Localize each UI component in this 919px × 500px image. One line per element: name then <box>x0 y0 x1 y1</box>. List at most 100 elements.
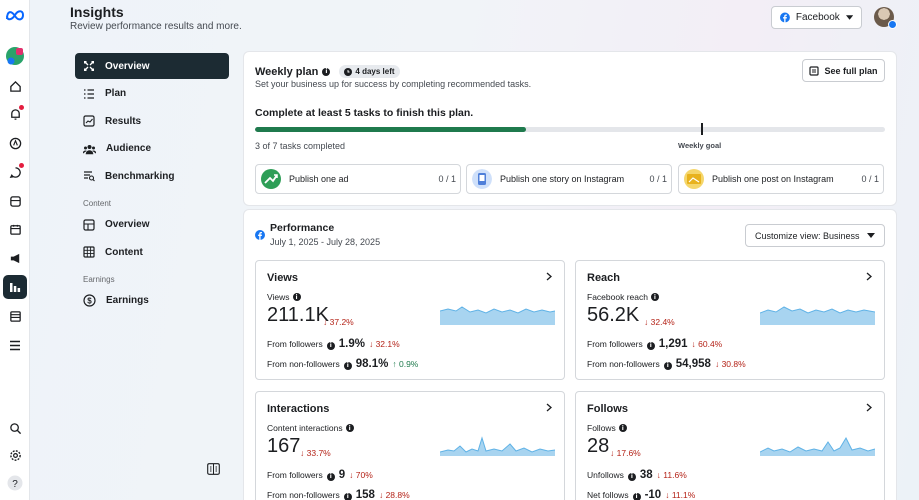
nav-item-overview[interactable]: Overview <box>75 53 229 79</box>
nav-item-earnings[interactable]: $ Earnings <box>75 288 229 314</box>
row-delta-value: 0.9% <box>398 359 419 369</box>
plan-progress-fill <box>255 127 526 132</box>
metric-label-text: Content interactions <box>267 423 343 433</box>
page-title: Insights <box>70 4 124 20</box>
metric-title: Follows <box>587 403 628 415</box>
info-icon[interactable]: i <box>646 341 655 350</box>
chevron-right-icon[interactable] <box>546 272 552 281</box>
row-delta-value: 11.6% <box>663 470 687 480</box>
metric-row: Unfollows i 38 ↓ 11.6% <box>587 469 687 481</box>
weekly-goal-marker <box>701 123 703 135</box>
customize-view-dropdown[interactable]: Customize view: Business <box>745 224 885 247</box>
audience-icon <box>83 144 96 154</box>
days-left-label: 4 days left <box>355 67 395 76</box>
info-icon[interactable]: i <box>326 341 335 350</box>
pages-icon[interactable] <box>3 304 27 328</box>
chevron-right-icon[interactable] <box>866 403 872 412</box>
tasks-completed-label: 3 of 7 tasks completed <box>255 141 346 151</box>
plan-list-icon <box>84 88 94 99</box>
messages-icon[interactable] <box>3 160 27 184</box>
metric-value: 28 <box>587 435 610 457</box>
info-icon[interactable]: i <box>618 424 627 432</box>
row-delta: ↓ 28.8% <box>378 490 410 500</box>
post-task-icon <box>684 169 704 189</box>
info-icon[interactable]: i <box>292 293 301 301</box>
facebook-badge-icon <box>888 20 897 29</box>
svg-text:?: ? <box>12 479 18 490</box>
task-label: Publish one ad <box>289 174 349 184</box>
notifications-icon[interactable] <box>3 102 27 126</box>
metric-delta-value: 33.7% <box>306 448 331 458</box>
clock-icon <box>344 67 353 76</box>
row-delta: ↓ 60.4% <box>691 339 723 349</box>
meta-logo-icon[interactable] <box>3 3 27 27</box>
info-icon[interactable]: i <box>343 361 352 370</box>
nav-label: Overview <box>105 219 150 230</box>
help-icon[interactable]: ? <box>3 471 27 495</box>
info-icon[interactable]: i <box>627 472 636 481</box>
chevron-right-icon[interactable] <box>546 403 552 412</box>
settings-icon[interactable] <box>3 443 27 467</box>
metric-delta-value: 32.4% <box>650 317 675 327</box>
task-publish-ad[interactable]: Publish one ad 0 / 1 <box>255 164 461 194</box>
profile-avatar-icon[interactable] <box>3 44 27 68</box>
info-icon[interactable]: i <box>345 424 354 432</box>
row-label: Unfollows <box>587 470 624 480</box>
row-value: 1,291 <box>658 338 688 350</box>
search-icon[interactable] <box>3 416 27 440</box>
dollar-icon: $ <box>83 294 96 307</box>
metric-card-interactions[interactable]: Interactions Content interactions i 167 ↓… <box>255 391 565 500</box>
avatar[interactable] <box>874 7 897 29</box>
nav-item-audience[interactable]: Audience <box>75 136 229 162</box>
weekly-plan-card: Weekly plan i 4 days left Set your busin… <box>244 52 896 205</box>
plan-progress-bar <box>255 127 885 132</box>
metric-card-follows[interactable]: Follows Follows i 28 ↓ 17.6% Unfollows i 3… <box>575 391 885 500</box>
metric-card-views[interactable]: Views Views i 211.1K ↓ 37.2% From followe… <box>255 260 565 380</box>
nav-label: Plan <box>105 88 127 99</box>
metric-label-text: Follows <box>587 423 616 433</box>
row-label: From non-followers <box>267 490 340 500</box>
nav-label: Benchmarking <box>105 170 175 182</box>
nav-item-content[interactable]: Content <box>75 239 229 265</box>
nav-label: Content <box>105 246 143 258</box>
menu-icon[interactable] <box>3 333 27 357</box>
row-delta-value: 11.1% <box>671 490 696 500</box>
performance-date-range: July 1, 2025 - July 28, 2025 <box>270 237 381 247</box>
caret-down-icon <box>845 15 853 20</box>
insights-icon[interactable] <box>3 275 27 299</box>
nav-item-content-overview[interactable]: Overview <box>75 212 229 238</box>
insights-nav: Overview Plan Results Audience Benchmark… <box>75 53 229 315</box>
metric-row: From followers i 9 ↓ 70% <box>267 469 373 481</box>
info-icon[interactable]: i <box>650 293 659 301</box>
task-publish-post[interactable]: Publish one post on Instagram 0 / 1 <box>678 164 884 194</box>
info-icon[interactable]: i <box>663 361 672 370</box>
info-icon[interactable]: i <box>322 67 331 76</box>
create-icon[interactable] <box>3 131 27 155</box>
metric-title: Reach <box>587 272 621 284</box>
metric-card-reach[interactable]: Reach Facebook reach i 56.2K ↓ 32.4% From… <box>575 260 885 380</box>
task-publish-story[interactable]: Publish one story on Instagram 0 / 1 <box>466 164 672 194</box>
info-icon[interactable]: i <box>343 492 352 500</box>
plan-heading: Complete at least 5 tasks to finish this… <box>255 107 474 119</box>
results-chart-icon <box>83 115 95 127</box>
see-full-plan-button[interactable]: See full plan <box>802 59 885 82</box>
info-icon[interactable]: i <box>632 492 641 500</box>
nav-item-benchmarking[interactable]: Benchmarking <box>75 163 229 189</box>
task-label: Publish one story on Instagram <box>500 174 625 184</box>
info-icon[interactable]: i <box>326 472 335 481</box>
reach-sparkline <box>760 306 875 325</box>
row-value: 158 <box>355 489 375 500</box>
nav-item-results[interactable]: Results <box>75 108 229 134</box>
chevron-right-icon[interactable] <box>866 272 872 281</box>
nav-section-earnings: Earnings <box>83 274 115 284</box>
ads-icon[interactable] <box>3 246 27 270</box>
nav-item-plan[interactable]: Plan <box>75 81 229 107</box>
collapse-panel-icon[interactable] <box>207 462 220 480</box>
home-icon[interactable] <box>3 74 27 98</box>
account-selector[interactable]: Facebook <box>771 6 862 29</box>
left-rail: ? <box>0 0 30 500</box>
posts-icon[interactable] <box>3 189 27 213</box>
row-label: From followers <box>267 470 323 480</box>
row-label: From non-followers <box>587 359 660 369</box>
calendar-icon[interactable] <box>3 217 27 241</box>
